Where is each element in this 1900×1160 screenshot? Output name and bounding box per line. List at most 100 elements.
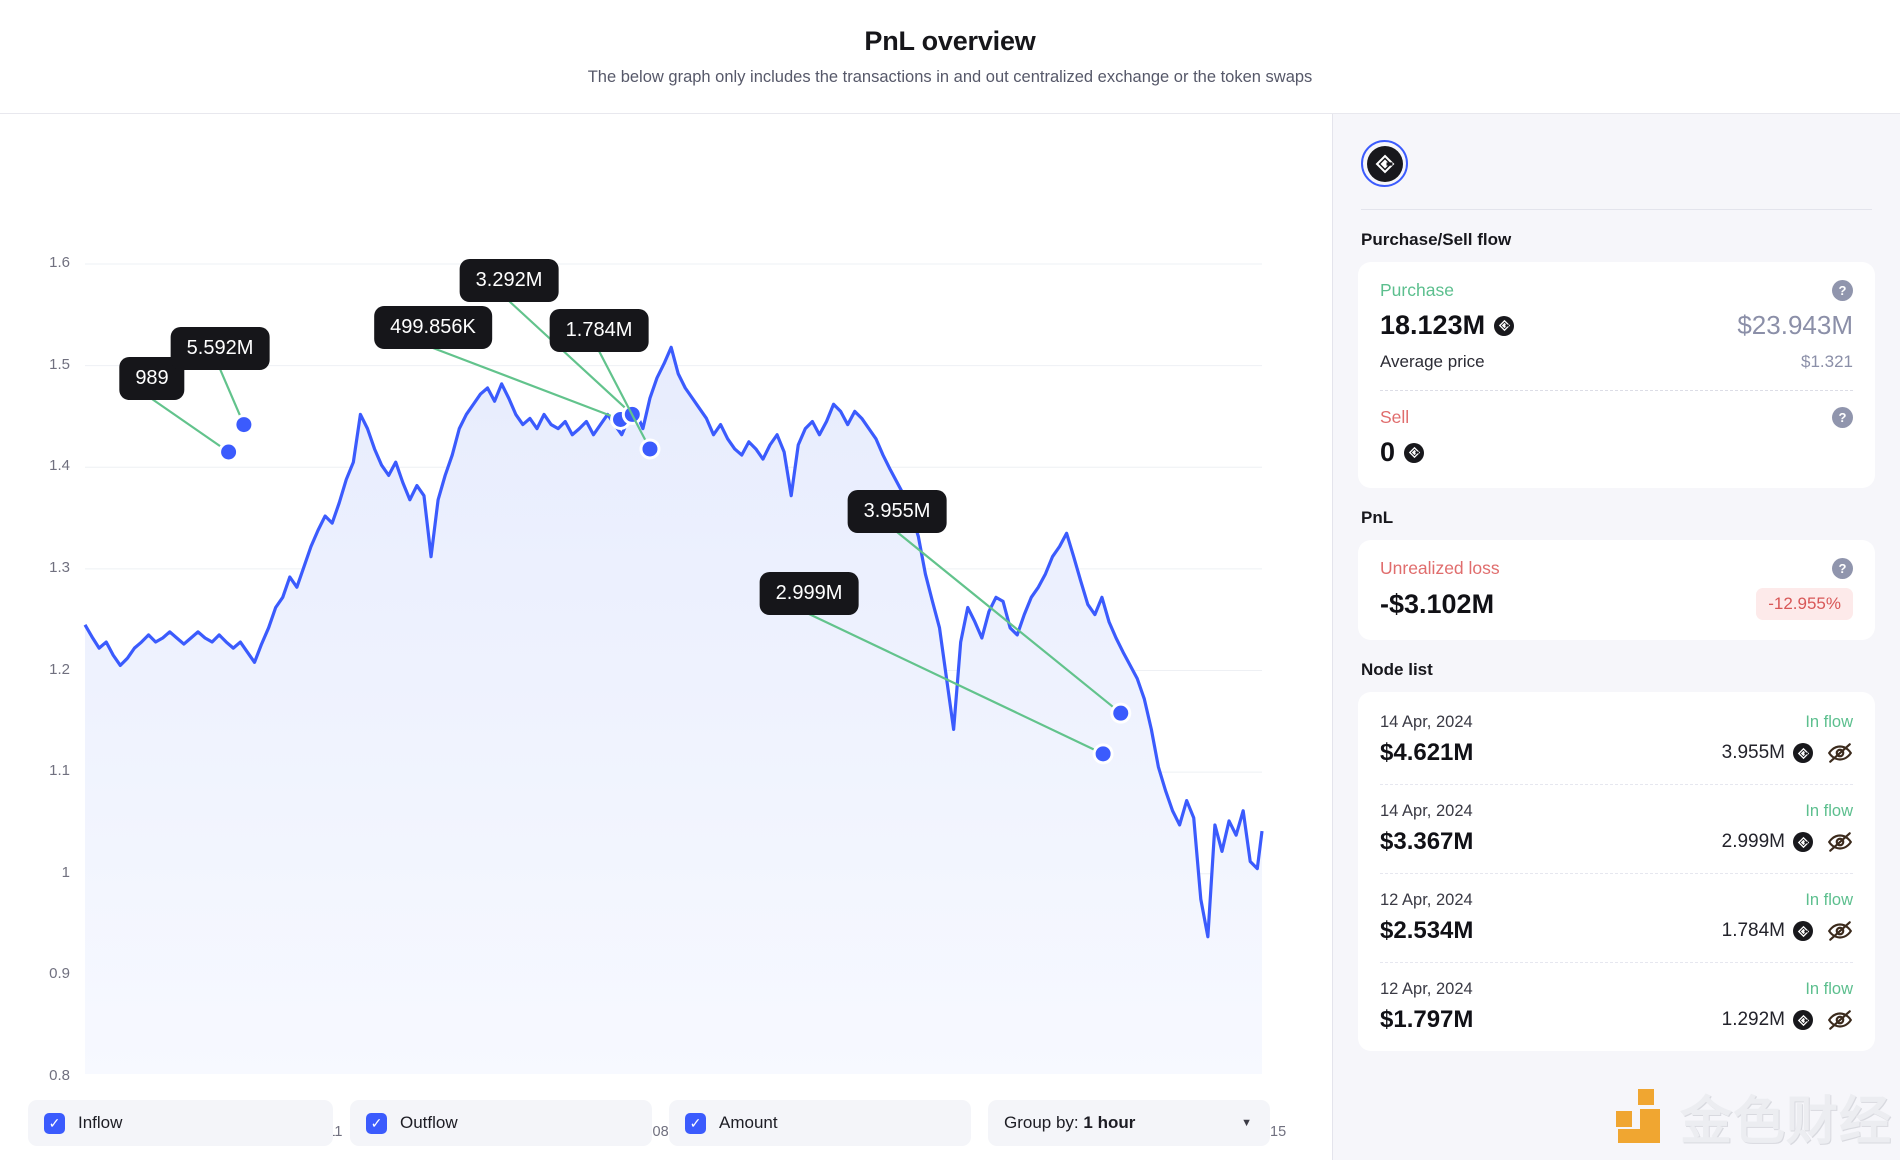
pnl-section-title: PnL	[1361, 508, 1394, 527]
y-axis-tick-label: 1	[61, 863, 70, 881]
y-axis-tick-label: 0.8	[49, 1067, 70, 1084]
node-date: 12 Apr, 2024	[1380, 980, 1473, 998]
outflow-checkbox[interactable]: ✓ Outflow	[350, 1100, 652, 1146]
chart-pane: SPOTONCHAIN 0.80.911.11.21.31.41.51.6 We…	[0, 114, 1333, 1160]
inflow-label: Inflow	[78, 1113, 123, 1132]
sell-head: Sell ?	[1380, 407, 1853, 428]
purchase-sell-section-title: Purchase/Sell flow	[1361, 230, 1512, 249]
token-icon-small	[1793, 832, 1813, 852]
token-icon-small	[1494, 315, 1515, 336]
token-glyph-icon	[1498, 319, 1510, 332]
unrealized-loss-label: Unrealized loss	[1380, 558, 1500, 578]
token-icon-small	[1793, 743, 1813, 763]
node-usd-value: $1.797M	[1380, 1006, 1474, 1033]
token-icon	[1366, 145, 1403, 182]
pnl-head: Unrealized loss ?	[1380, 558, 1853, 579]
check-icon: ✓	[685, 1112, 706, 1134]
token-glyph-icon	[1797, 836, 1809, 848]
group-by-prefix: Group by:	[1004, 1113, 1079, 1132]
purchase-amount-group: 18.123M	[1380, 310, 1515, 341]
node-token-amount: 2.999M	[1722, 831, 1813, 853]
chart-annotation: 1.784M	[549, 309, 649, 352]
pnl-percent-badge: -12.955%	[1756, 588, 1853, 620]
help-icon-pnl[interactable]: ?	[1832, 558, 1853, 579]
pnl-line-chart[interactable]	[0, 114, 1333, 1074]
token-header	[1333, 114, 1900, 187]
token-icon-small	[1793, 921, 1813, 941]
node-list-section-title: Node list	[1361, 660, 1433, 679]
y-axis-tick-label: 1.2	[49, 660, 70, 678]
pnl-card: Unrealized loss ? -$3.102M -12.955%	[1358, 540, 1875, 640]
node-list-row[interactable]: 12 Apr, 2024 In flow $1.797M 1.292M	[1380, 963, 1853, 1051]
token-glyph-icon	[1797, 925, 1809, 937]
average-price-value: $1.321	[1801, 352, 1853, 371]
node-token-amount: 1.292M	[1722, 1009, 1813, 1031]
sell-label: Sell	[1380, 407, 1410, 427]
node-list-row[interactable]: 14 Apr, 2024 In flow $3.367M 2.999M	[1380, 785, 1853, 874]
help-icon-purchase[interactable]: ?	[1832, 280, 1853, 301]
jinse-watermark: 金色财经	[1610, 1079, 1892, 1154]
node-usd-value: $4.621M	[1380, 739, 1474, 766]
hide-node-eye-slash-icon[interactable]	[1827, 918, 1853, 944]
node-right-group: 1.784M	[1722, 918, 1853, 944]
node-right-group: 1.292M	[1722, 1007, 1853, 1033]
hide-node-eye-slash-icon[interactable]	[1827, 829, 1853, 855]
node-row-bottom: $1.797M 1.292M	[1380, 1006, 1853, 1034]
pnl-values: -$3.102M -12.955%	[1380, 588, 1853, 620]
token-glyph-icon	[1408, 446, 1420, 459]
sell-amount: 0	[1380, 437, 1396, 467]
purchase-head: Purchase ?	[1380, 280, 1853, 301]
token-glyph-icon	[1797, 1014, 1809, 1026]
y-axis-tick-label: 0.9	[49, 965, 70, 983]
sell-values: 0	[1380, 437, 1853, 468]
page-title: PnL overview	[864, 26, 1036, 56]
chart-annotation: 5.592M	[170, 327, 270, 370]
y-axis-tick-label: 1.6	[49, 254, 70, 271]
node-date: 14 Apr, 2024	[1380, 802, 1473, 820]
node-right-group: 3.955M	[1722, 740, 1853, 766]
group-by-text: Group by: 1 hour	[1004, 1113, 1135, 1133]
purchase-label: Purchase	[1380, 280, 1454, 300]
purchase-values: 18.123M $23.943M	[1380, 310, 1853, 341]
node-right-group: 2.999M	[1722, 829, 1853, 855]
node-amount-text: 3.955M	[1721, 742, 1785, 763]
jinse-watermark-text: 金色财经	[1679, 1092, 1892, 1152]
node-token-amount: 1.784M	[1722, 920, 1813, 942]
chevron-down-icon: ▼	[1241, 1117, 1252, 1129]
token-icon-small	[1793, 1010, 1813, 1030]
y-axis-tick-label: 1.1	[49, 762, 70, 780]
average-price-label: Average price	[1380, 352, 1485, 371]
card-dashed-separator	[1380, 390, 1853, 391]
node-amount-text: 1.292M	[1721, 1009, 1785, 1030]
node-usd-value: $3.367M	[1380, 828, 1474, 855]
hide-node-eye-slash-icon[interactable]	[1827, 740, 1853, 766]
group-by-dropdown[interactable]: Group by: 1 hour ▼	[988, 1100, 1270, 1146]
chart-annotation: 3.955M	[847, 490, 947, 533]
node-date: 14 Apr, 2024	[1380, 713, 1473, 731]
help-icon-sell[interactable]: ?	[1832, 407, 1853, 428]
node-list-row[interactable]: 12 Apr, 2024 In flow $2.534M 1.784M	[1380, 874, 1853, 963]
amount-checkbox[interactable]: ✓ Amount	[669, 1100, 971, 1146]
node-flow-type: In flow	[1805, 802, 1853, 820]
node-row-bottom: $4.621M 3.955M	[1380, 739, 1853, 767]
chart-annotation: 2.999M	[759, 572, 859, 615]
page-header: PnL overview The below graph only includ…	[0, 0, 1900, 114]
inflow-checkbox[interactable]: ✓ Inflow	[28, 1100, 333, 1146]
node-token-amount: 3.955M	[1722, 742, 1813, 764]
unrealized-loss-value: -$3.102M	[1380, 588, 1495, 619]
amount-label: Amount	[719, 1113, 778, 1132]
node-row-top: 14 Apr, 2024 In flow	[1380, 802, 1853, 821]
node-amount-text: 2.999M	[1721, 831, 1785, 852]
sell-amount-group: 0	[1380, 437, 1425, 468]
chart-annotation: 499.856K	[374, 306, 492, 349]
node-flow-type: In flow	[1805, 891, 1853, 909]
y-axis-tick-label: 1.4	[49, 457, 70, 475]
token-icon-small	[1404, 442, 1425, 463]
token-avatar[interactable]	[1361, 140, 1408, 187]
node-list-card: 14 Apr, 2024 In flow $4.621M 3.955M 14 Apr, …	[1358, 692, 1875, 1051]
node-amount-text: 1.784M	[1721, 920, 1785, 941]
node-list-row[interactable]: 14 Apr, 2024 In flow $4.621M 3.955M	[1380, 696, 1853, 785]
node-row-bottom: $2.534M 1.784M	[1380, 917, 1853, 945]
hide-node-eye-slash-icon[interactable]	[1827, 1007, 1853, 1033]
jinse-logo-icon	[1615, 1088, 1660, 1143]
